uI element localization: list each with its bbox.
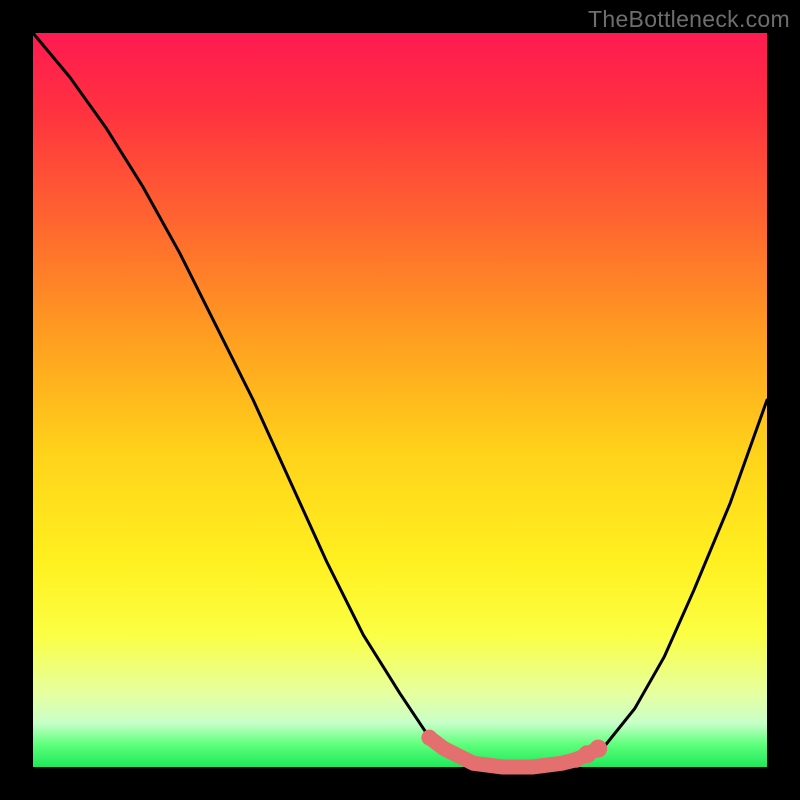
- highlight-dot: [525, 760, 539, 774]
- highlight-dot: [555, 756, 569, 770]
- curve-svg: [33, 33, 767, 767]
- highlight-dot: [589, 740, 607, 758]
- highlight-markers: [421, 730, 607, 774]
- chart-frame: TheBottleneck.com: [0, 0, 800, 800]
- bottleneck-curve: [33, 33, 767, 767]
- highlight-dot: [421, 730, 437, 746]
- highlight-dot: [437, 742, 451, 756]
- plot-area: [33, 33, 767, 767]
- highlight-dot: [466, 756, 480, 770]
- watermark-text: TheBottleneck.com: [588, 6, 790, 33]
- highlight-dot: [496, 760, 510, 774]
